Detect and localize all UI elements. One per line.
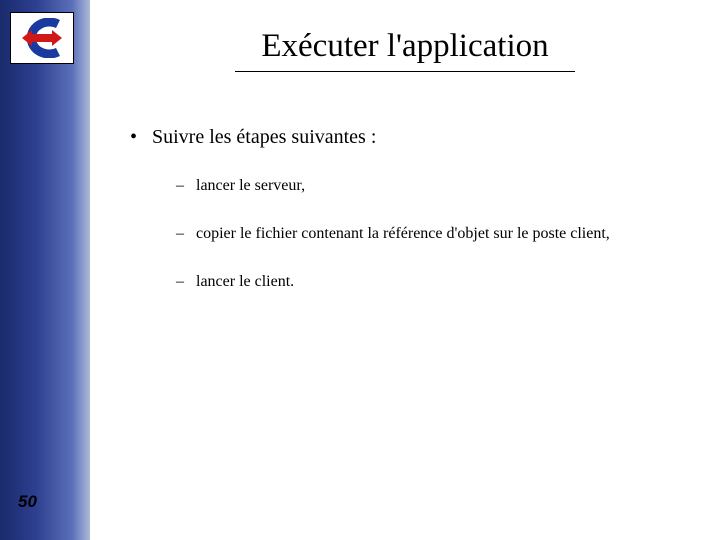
sub-bullet-item: lancer le serveur, <box>176 177 720 195</box>
page-number: 50 <box>18 492 37 512</box>
sub-bullet-item: copier le fichier contenant la référence… <box>176 225 720 243</box>
sub-bullet-item: lancer le client. <box>176 273 720 291</box>
sub-bullet-list: lancer le serveur, copier le fichier con… <box>176 177 720 291</box>
sidebar: 50 <box>0 0 90 540</box>
bullet-main: Suivre les étapes suivantes : <box>130 126 720 149</box>
bullet-list: Suivre les étapes suivantes : lancer le … <box>130 126 720 291</box>
content-area: Exécuter l'application Suivre les étapes… <box>90 0 720 540</box>
logo-icon <box>10 12 74 64</box>
title-underline <box>235 71 575 72</box>
slide-title: Exécuter l'application <box>90 28 720 65</box>
